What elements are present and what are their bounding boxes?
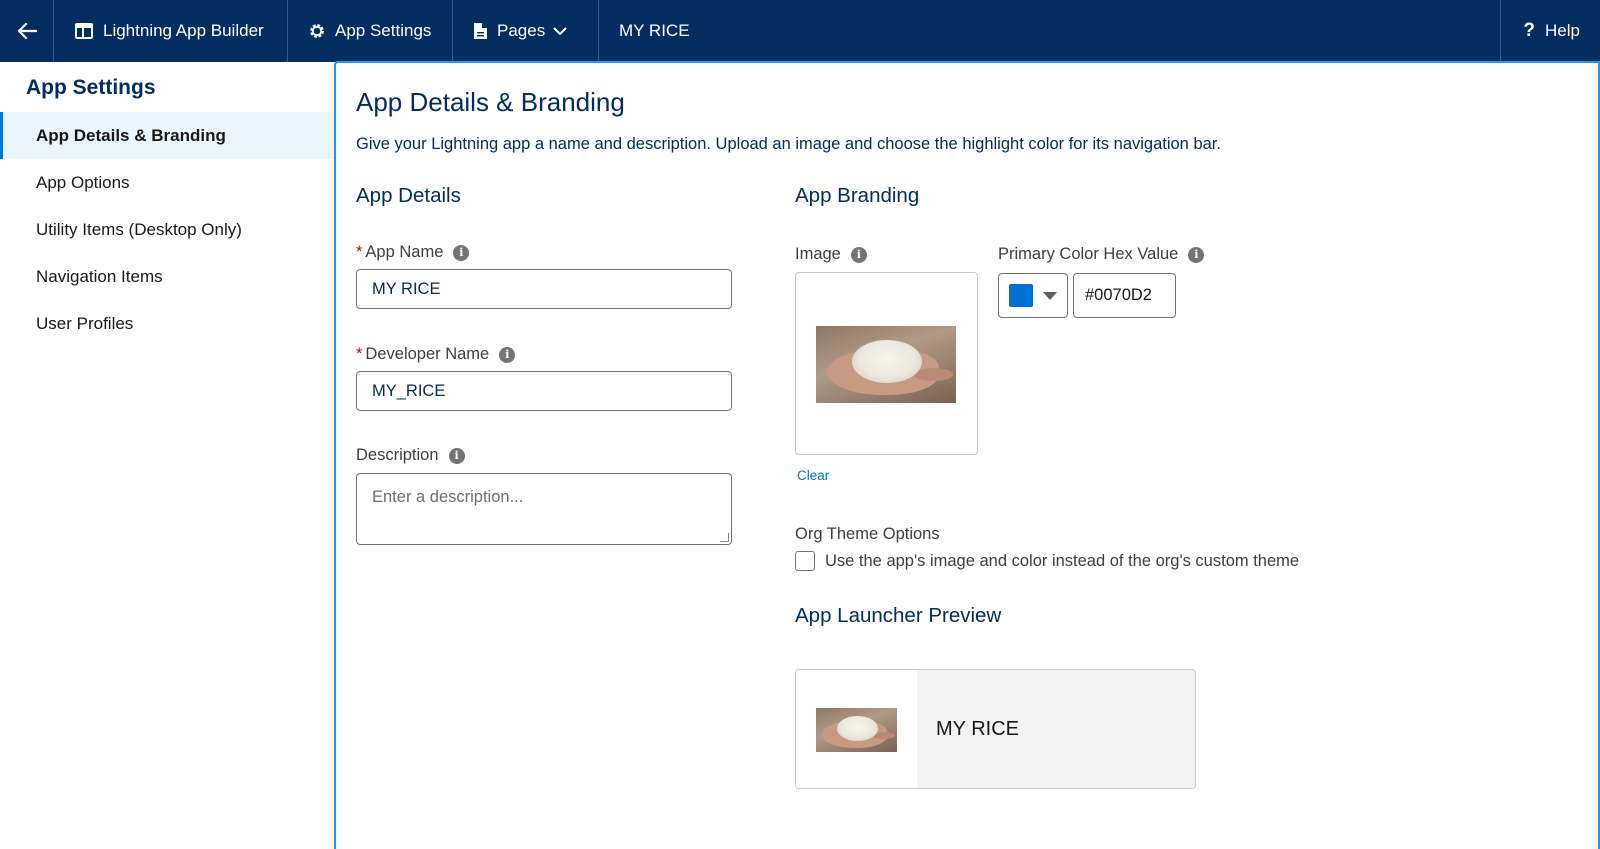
back-button[interactable] (0, 0, 54, 62)
app-name-label-text: App Name (365, 243, 444, 261)
hex-color-input[interactable]: #0070D2 (1073, 273, 1176, 318)
help-button[interactable]: ? Help (1500, 0, 1600, 62)
description-label: Description i (356, 446, 465, 465)
preview-app-name: MY RICE (917, 670, 1195, 788)
app-name-input[interactable]: MY RICE (356, 269, 732, 309)
info-icon[interactable]: i (453, 244, 470, 261)
app-builder-header: Lightning App Builder App Settings Pages… (0, 0, 1600, 62)
clear-image-link[interactable]: Clear (797, 468, 829, 483)
image-label-text: Image (795, 245, 841, 263)
current-app-name: MY RICE (599, 0, 710, 62)
sidebar-item-utility-items[interactable]: Utility Items (Desktop Only) (0, 206, 334, 253)
app-image-upload[interactable] (795, 272, 978, 455)
current-app-label: MY RICE (619, 21, 690, 40)
description-textarea[interactable]: Enter a description... (356, 473, 732, 545)
app-name-label: * App Name i (356, 243, 470, 262)
color-swatch (1009, 284, 1033, 307)
header-spacer (710, 0, 1501, 62)
info-icon[interactable]: i (448, 447, 465, 464)
gear-icon (308, 22, 326, 40)
required-marker: * (356, 243, 363, 261)
layout-icon (74, 22, 94, 40)
page-description: Give your Lightning app a name and descr… (356, 135, 1221, 153)
app-settings-button[interactable]: App Settings (288, 0, 453, 62)
chevron-down-icon (553, 26, 567, 35)
developer-name-label: * Developer Name i (356, 345, 516, 364)
sidebar-item-app-options[interactable]: App Options (0, 159, 334, 206)
settings-sidebar: App Settings App Details & Branding App … (0, 62, 334, 849)
app-launcher-preview-card: MY RICE (795, 669, 1196, 789)
developer-name-label-text: Developer Name (365, 345, 490, 363)
org-theme-label: Org Theme Options (795, 525, 940, 543)
sidebar-item-app-details-branding[interactable]: App Details & Branding (0, 112, 334, 159)
info-icon[interactable]: i (850, 246, 867, 263)
info-icon[interactable]: i (499, 346, 516, 363)
preview-rice-image (816, 708, 897, 752)
app-details-heading: App Details (356, 184, 461, 207)
app-launcher-preview-heading: App Launcher Preview (795, 604, 1002, 627)
question-icon: ? (1523, 20, 1536, 41)
help-label: Help (1545, 21, 1580, 40)
preview-image-area (796, 670, 917, 788)
pages-label: Pages (497, 21, 546, 40)
org-theme-option: Use the app's image and color instead of… (795, 551, 1299, 571)
arrow-left-icon (17, 22, 37, 40)
sidebar-item-user-profiles[interactable]: User Profiles (0, 300, 334, 347)
primary-color-label: Primary Color Hex Value i (998, 245, 1205, 264)
org-theme-checkbox[interactable] (795, 551, 815, 571)
page-icon (473, 22, 488, 40)
developer-name-input[interactable]: MY_RICE (356, 371, 732, 411)
sidebar-title: App Settings (26, 76, 156, 99)
lightning-app-builder-button[interactable]: Lightning App Builder (54, 0, 288, 62)
description-label-text: Description (356, 446, 439, 464)
app-branding-heading: App Branding (795, 184, 920, 207)
pages-menu-button[interactable]: Pages (453, 0, 599, 62)
sidebar-item-navigation-items[interactable]: Navigation Items (0, 253, 334, 300)
resize-handle[interactable] (720, 533, 729, 542)
color-picker-button[interactable] (998, 273, 1068, 318)
settings-panel: App Details & Branding Give your Lightni… (334, 61, 1600, 849)
required-marker: * (356, 345, 363, 363)
lightning-app-builder-label: Lightning App Builder (103, 21, 264, 40)
org-theme-checkbox-label[interactable]: Use the app's image and color instead of… (825, 552, 1299, 571)
app-settings-label: App Settings (335, 21, 432, 40)
primary-color-label-text: Primary Color Hex Value (998, 245, 1179, 263)
page-title: App Details & Branding (356, 87, 625, 117)
caret-down-icon (1043, 291, 1057, 300)
info-icon[interactable]: i (1188, 246, 1205, 263)
description-placeholder: Enter a description... (372, 488, 524, 506)
rice-image (816, 326, 956, 403)
image-label: Image i (795, 245, 867, 264)
